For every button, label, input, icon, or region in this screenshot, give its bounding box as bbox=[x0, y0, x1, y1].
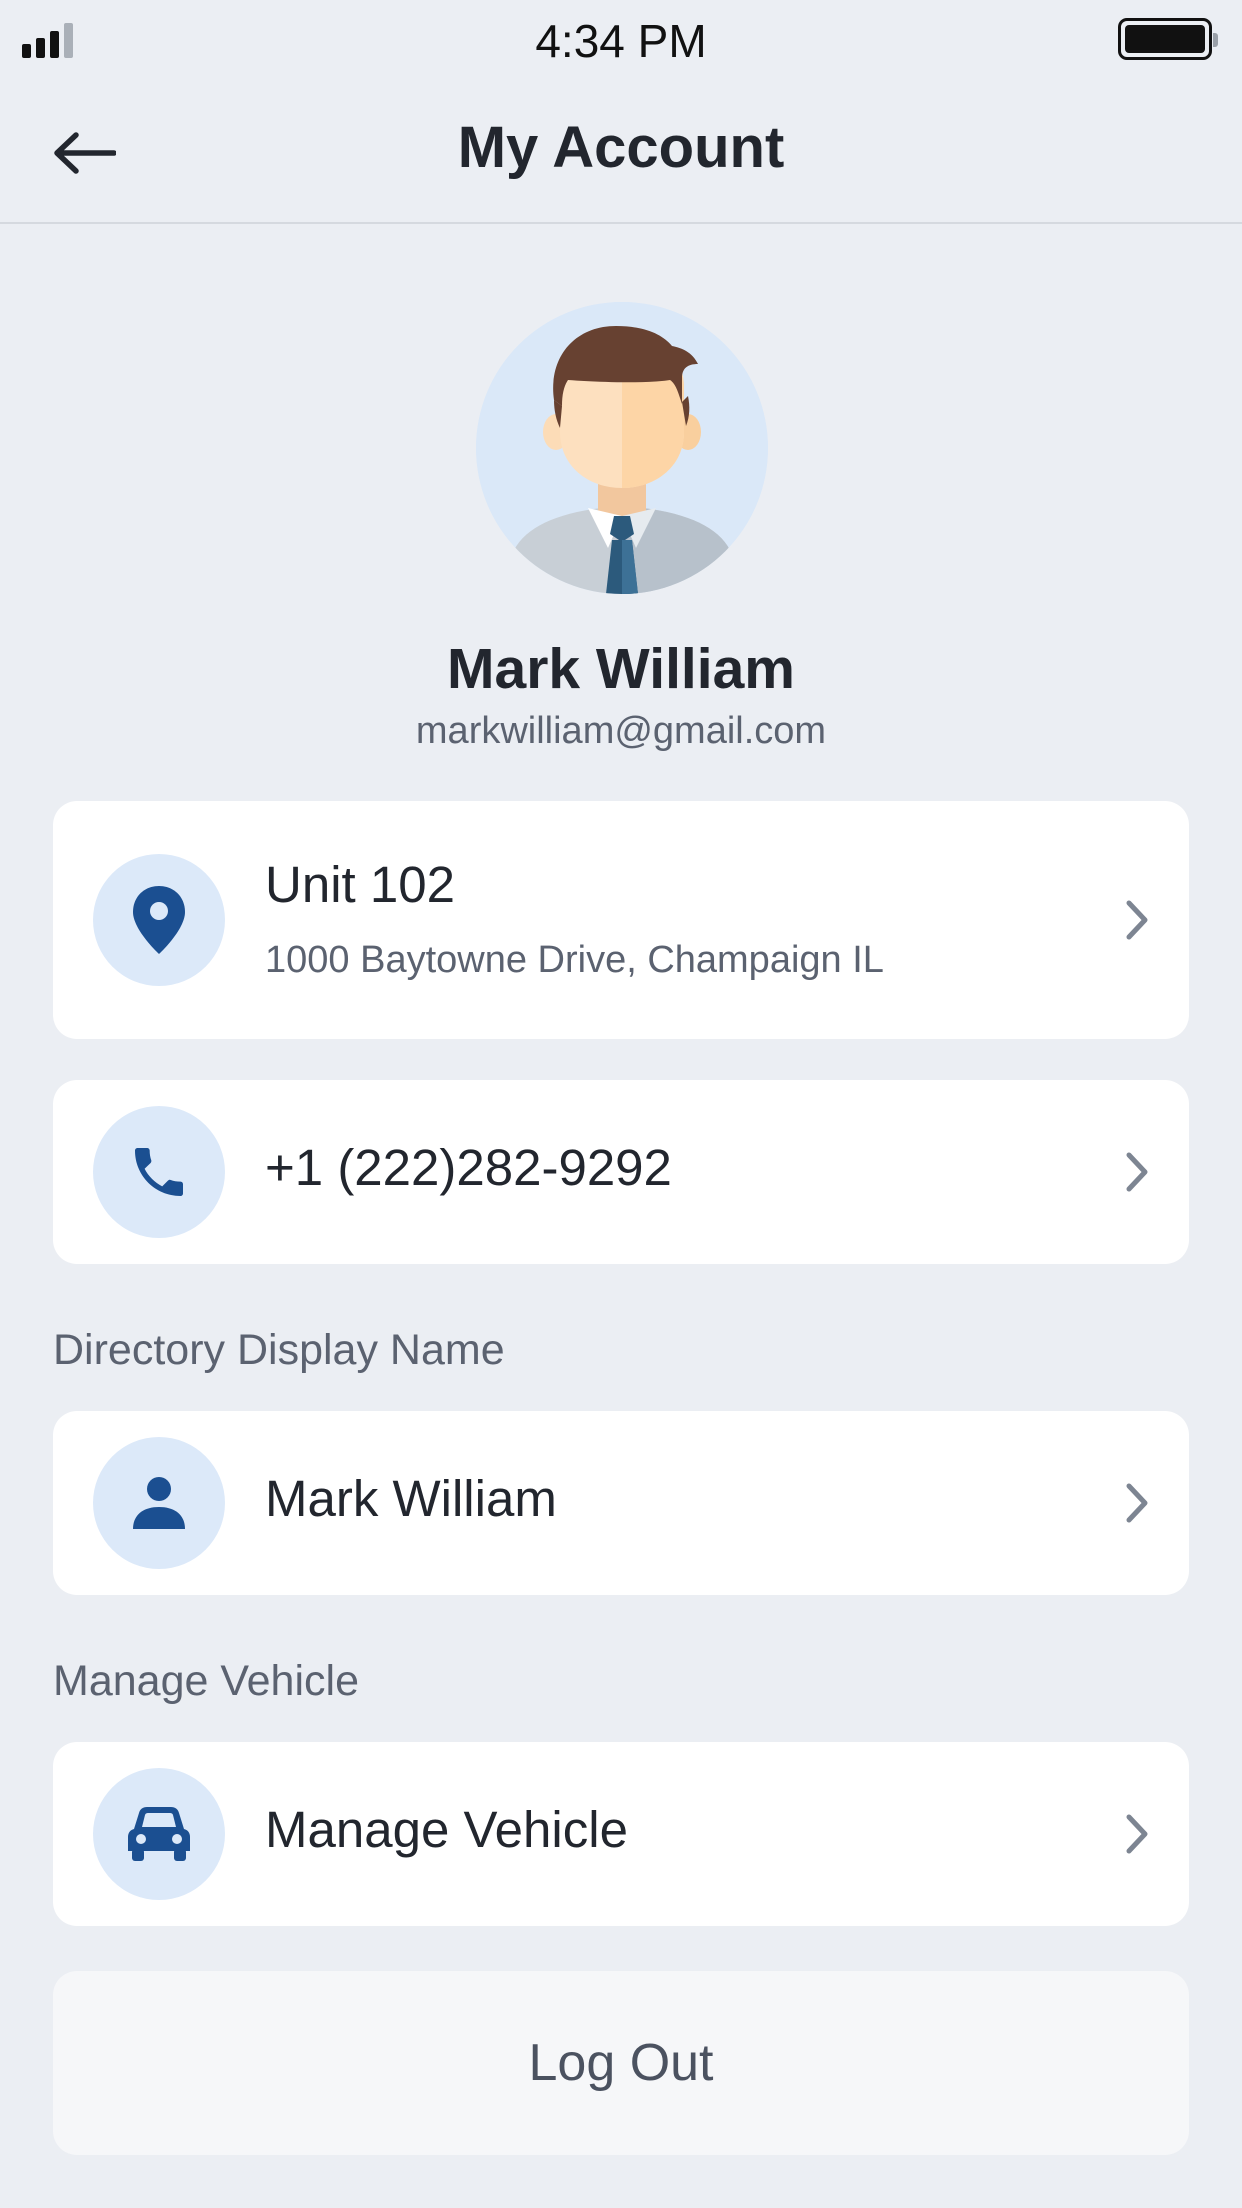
nav-bar: My Account bbox=[0, 80, 1242, 224]
avatar[interactable] bbox=[476, 302, 768, 594]
my-account-screen: 4:34 PM My Account Mark William markwill… bbox=[0, 0, 1242, 2208]
profile-email: markwilliam@gmail.com bbox=[415, 710, 827, 752]
chevron-right-icon bbox=[1117, 1142, 1157, 1202]
male-avatar-illustration bbox=[476, 302, 768, 594]
car-icon bbox=[128, 1807, 190, 1861]
page-title: My Account bbox=[457, 115, 785, 180]
address-row[interactable]: Unit 102 1000 Baytowne Drive, Champaign … bbox=[53, 801, 1189, 1039]
phone-icon-circle bbox=[93, 1106, 225, 1238]
person-icon bbox=[133, 1477, 185, 1529]
vehicle-section-label: Manage Vehicle bbox=[53, 1657, 359, 1705]
chevron-right-icon bbox=[1117, 890, 1157, 950]
directory-icon-circle bbox=[93, 1437, 225, 1569]
profile-name: Mark William bbox=[447, 637, 795, 701]
phone-icon bbox=[135, 1148, 183, 1196]
chevron-right-icon bbox=[1117, 1473, 1157, 1533]
battery-icon bbox=[1118, 18, 1218, 60]
address-unit: Unit 102 bbox=[265, 856, 455, 913]
status-time: 4:34 PM bbox=[535, 15, 707, 67]
phone-row[interactable]: +1 (222)282-9292 bbox=[53, 1080, 1189, 1264]
directory-section-label: Directory Display Name bbox=[53, 1326, 505, 1374]
address-street: 1000 Baytowne Drive, Champaign IL bbox=[265, 939, 884, 981]
manage-vehicle-row[interactable]: Manage Vehicle bbox=[53, 1742, 1189, 1926]
logout-button[interactable]: Log Out bbox=[53, 1971, 1189, 2155]
chevron-right-icon bbox=[1117, 1804, 1157, 1864]
vehicle-icon-circle bbox=[93, 1768, 225, 1900]
manage-vehicle-label: Manage Vehicle bbox=[265, 1801, 628, 1858]
location-pin-icon bbox=[133, 886, 185, 954]
phone-number: +1 (222)282-9292 bbox=[265, 1139, 672, 1196]
directory-name-row[interactable]: Mark William bbox=[53, 1411, 1189, 1595]
address-icon-circle bbox=[93, 854, 225, 986]
directory-display-name: Mark William bbox=[265, 1470, 557, 1527]
status-bar: 4:34 PM bbox=[0, 0, 1242, 80]
